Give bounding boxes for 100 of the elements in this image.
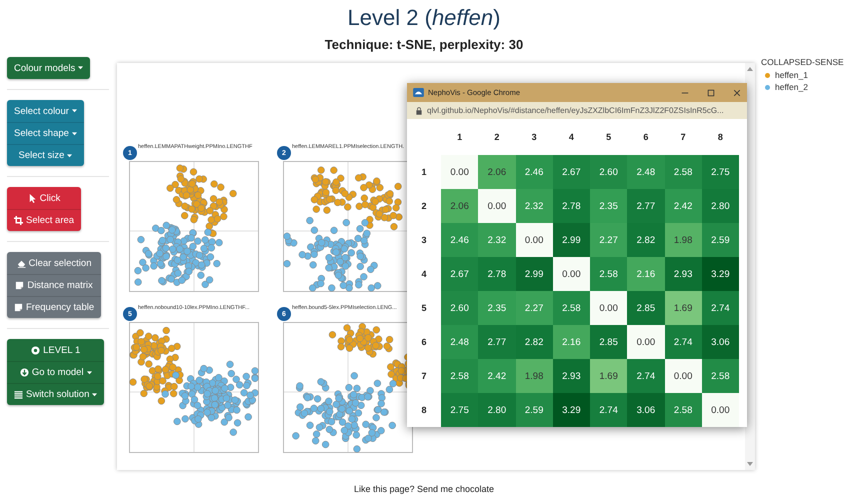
matrix-cell: 2.06 <box>441 189 478 223</box>
matrix-cell: 2.16 <box>627 257 664 291</box>
matrix-cell: 3.29 <box>552 393 590 427</box>
list-icon <box>14 390 23 399</box>
sidebar-button[interactable]: Switch solution <box>7 383 104 405</box>
sidebar-button[interactable]: Click <box>7 187 82 209</box>
matrix-cell: 2.74 <box>590 393 628 427</box>
sidebar-button[interactable]: Select area <box>7 209 82 231</box>
sidebar-button[interactable]: Colour models <box>7 57 90 79</box>
sidebar-button[interactable]: Select shape <box>7 122 84 144</box>
legend-label[interactable]: heffen_1 <box>775 70 808 80</box>
sidebar-button[interactable]: Select colour <box>7 100 84 122</box>
matrix-cell: 1.98 <box>516 359 553 393</box>
matrix-cell: 2.59 <box>702 223 739 257</box>
sidebar-button[interactable]: Frequency table <box>7 296 102 318</box>
matrix-cell: 2.74 <box>702 291 739 325</box>
legend-label[interactable]: heffen_2 <box>775 82 808 92</box>
point-series[interactable] <box>283 216 382 292</box>
download-circle-icon <box>20 368 29 377</box>
scroll-up-icon[interactable] <box>747 67 753 71</box>
sidebar-button[interactable]: LEVEL 1 <box>7 339 104 361</box>
close-icon[interactable] <box>733 88 741 97</box>
matrix-cell: 2.75 <box>441 393 478 427</box>
matrix-cell: 2.74 <box>664 325 702 359</box>
matrix-cell: 2.67 <box>552 155 590 189</box>
matrix-cell: 2.42 <box>664 189 702 223</box>
matrix-cell: 2.74 <box>627 359 664 393</box>
matrix-cell: 2.80 <box>478 393 516 427</box>
page-icon <box>15 281 24 290</box>
point-series[interactable] <box>292 372 397 453</box>
matrix-cell: 2.06 <box>478 155 516 189</box>
matrix-cell: 2.99 <box>552 223 590 257</box>
sidebar-button[interactable]: Distance matrix <box>7 274 102 296</box>
matrix-cell: 2.60 <box>441 291 478 325</box>
scroll-down-icon[interactable] <box>747 462 753 466</box>
matrix-cell: 2.78 <box>478 257 516 291</box>
app-icon <box>413 88 424 98</box>
record-icon <box>31 346 40 354</box>
sidebar-button[interactable]: Clear selection <box>7 252 102 274</box>
sidebar-button[interactable]: Go to model <box>7 361 104 383</box>
footer-text: Like this page? Send me chocolate <box>352 484 496 494</box>
column-header: 6 <box>642 131 650 144</box>
matrix-cell: 2.75 <box>702 155 739 189</box>
point-series[interactable] <box>134 222 223 288</box>
matrix-cell: 1.69 <box>664 291 702 325</box>
legend-title: COLLAPSED-SENSE <box>761 57 844 67</box>
lock-icon <box>416 106 422 115</box>
matrix-cell: 2.93 <box>552 359 590 393</box>
matrix-cell: 2.82 <box>516 325 553 359</box>
matrix-cell: 2.77 <box>478 325 516 359</box>
matrix-cell: 0.00 <box>590 291 628 325</box>
column-header: 5 <box>605 131 612 144</box>
matrix-cell: 0.00 <box>478 189 516 223</box>
row-header: 1 <box>420 166 428 179</box>
matrix-cell: 2.32 <box>478 223 516 257</box>
point-series[interactable] <box>129 326 184 405</box>
point-series[interactable] <box>162 360 259 436</box>
matrix-cell: 0.00 <box>441 155 478 189</box>
sidebar-button[interactable]: Select size <box>7 144 84 166</box>
matrix-cell: 2.27 <box>516 291 553 325</box>
maximize-icon[interactable] <box>707 88 715 97</box>
cursor-icon <box>28 194 37 202</box>
column-header: 2 <box>493 131 500 144</box>
matrix-cell: 2.77 <box>627 189 664 223</box>
matrix-cell: 0.00 <box>516 223 553 257</box>
row-header: 7 <box>420 370 428 383</box>
matrix-cell: 3.29 <box>702 257 739 291</box>
matrix-cell: 2.48 <box>627 155 664 189</box>
page-icon <box>14 303 23 312</box>
matrix-cell: 0.00 <box>627 325 664 359</box>
matrix-cell: 0.00 <box>664 359 702 393</box>
crop-icon <box>14 216 23 225</box>
matrix-cell: 2.35 <box>590 189 628 223</box>
matrix-cell: 0.00 <box>552 257 590 291</box>
matrix-cell: 2.42 <box>478 359 516 393</box>
matrix-cell: 2.48 <box>441 325 478 359</box>
matrix-cell: 2.82 <box>627 223 664 257</box>
matrix-cell: 2.85 <box>627 291 664 325</box>
matrix-cell: 1.98 <box>664 223 702 257</box>
row-header: 8 <box>420 404 428 417</box>
column-header: 4 <box>568 131 575 144</box>
row-header: 6 <box>420 336 428 349</box>
matrix-cell: 2.85 <box>590 325 628 359</box>
matrix-cell: 2.58 <box>441 359 478 393</box>
matrix-cell: 2.58 <box>664 155 702 189</box>
point-series[interactable] <box>310 166 403 230</box>
matrix-cell: 2.46 <box>516 155 553 189</box>
matrix-cell: 2.27 <box>590 223 628 257</box>
row-header: 4 <box>420 268 428 281</box>
matrix-cell: 2.58 <box>702 359 739 393</box>
matrix-cell: 2.16 <box>552 325 590 359</box>
matrix-cell: 2.58 <box>552 291 590 325</box>
column-header: 3 <box>530 131 538 144</box>
matrix-cell: 2.67 <box>441 257 478 291</box>
matrix-cell: 2.80 <box>702 189 739 223</box>
matrix-cell: 3.06 <box>702 325 739 359</box>
matrix-cell: 2.93 <box>664 257 702 291</box>
row-header: 5 <box>420 302 428 315</box>
matrix-cell: 2.35 <box>478 291 516 325</box>
matrix-cell: 2.59 <box>516 393 553 427</box>
